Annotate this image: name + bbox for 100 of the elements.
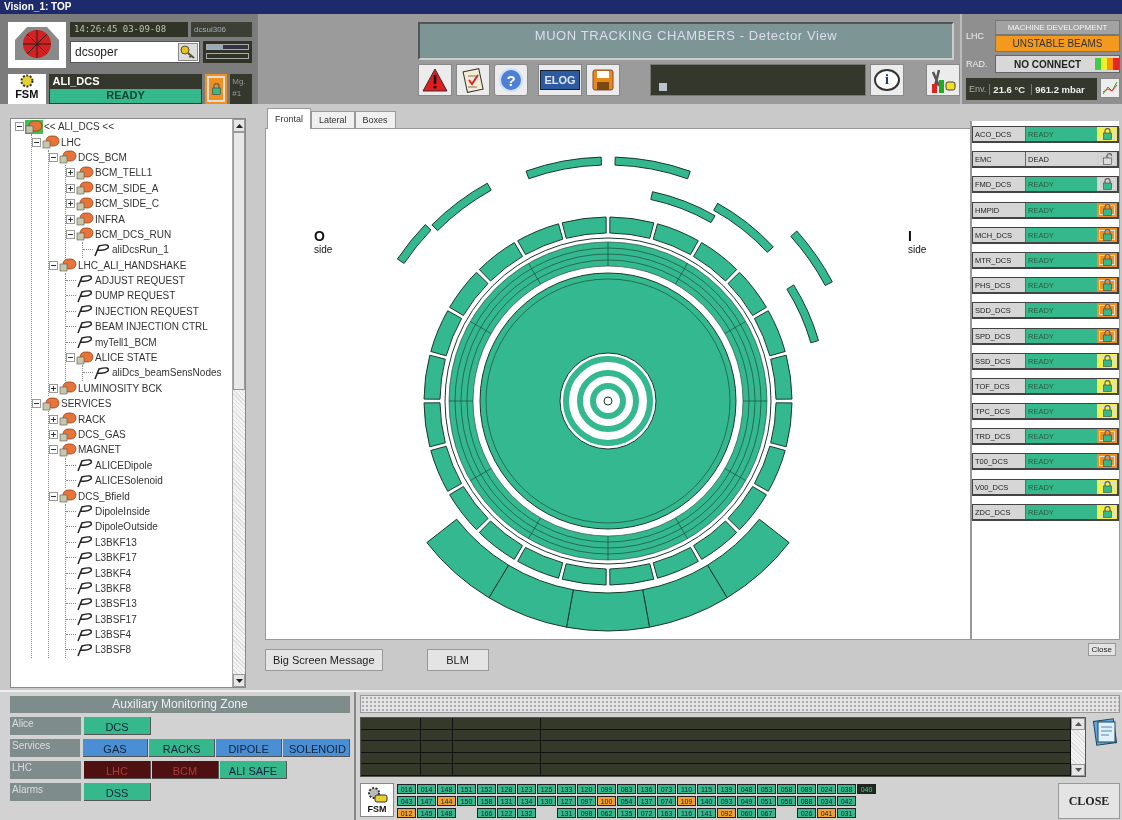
tree-item[interactable]: DCS_Bfield — [77, 490, 130, 502]
tree-item[interactable]: L3BSF17 — [94, 613, 137, 625]
fsm-button[interactable]: FSM — [360, 783, 394, 817]
tree-item[interactable]: DUMP REQUEST — [94, 290, 176, 302]
gears-icon — [18, 74, 35, 88]
tools-button[interactable] — [926, 64, 960, 96]
help-button[interactable]: ? — [494, 64, 528, 96]
close-button[interactable]: CLOSE — [1058, 783, 1120, 819]
tree-item[interactable]: myTell1_BCM — [94, 336, 157, 348]
tab[interactable]: Lateral — [311, 111, 355, 128]
monitor-button[interactable]: SOLENOID — [283, 739, 350, 757]
machine-mode: MACHINE DEVELOPMENT — [995, 20, 1120, 35]
tree-item[interactable]: SERVICES — [60, 398, 112, 410]
host-label: dcsui306 — [191, 22, 252, 37]
expander-icon[interactable] — [49, 152, 58, 162]
tree-item[interactable]: ALICEDipole — [94, 459, 153, 471]
tree-item[interactable]: BCM_DCS_RUN — [94, 228, 172, 240]
tree-item[interactable]: aliDcs_beamSensNodes — [111, 367, 222, 379]
notepad-icon[interactable] — [1092, 717, 1120, 747]
lock-button[interactable] — [1097, 429, 1117, 444]
tree-item[interactable]: L3BSF4 — [94, 629, 132, 641]
expander-icon[interactable] — [49, 430, 58, 439]
tree-item[interactable]: ADJUST REQUEST — [94, 275, 185, 287]
tree-item[interactable]: INFRA — [94, 213, 125, 225]
info-button[interactable]: i — [870, 64, 904, 96]
tree-item[interactable]: << ALI_DCS << — [43, 121, 115, 133]
blm-button[interactable]: BLM — [426, 649, 489, 671]
tree-item[interactable]: RACK — [77, 413, 106, 425]
tree-item[interactable]: L3BKF8 — [94, 582, 132, 594]
expander-icon[interactable] — [66, 214, 75, 224]
lock-button[interactable] — [1097, 252, 1117, 267]
monitor-button[interactable]: RACKS — [149, 739, 216, 757]
lock-button[interactable] — [1097, 454, 1117, 469]
tab[interactable]: Frontal — [267, 108, 311, 129]
expander-icon[interactable] — [49, 260, 58, 270]
expander-icon[interactable] — [32, 137, 41, 147]
expander-icon[interactable] — [49, 491, 58, 501]
scrollbar[interactable] — [1071, 718, 1085, 776]
elog-button[interactable]: ELOG — [538, 64, 582, 96]
monitor-button[interactable]: GAS — [82, 739, 149, 757]
expander-icon[interactable] — [66, 168, 75, 178]
expander-icon[interactable] — [49, 445, 58, 455]
tree-item[interactable]: LHC — [60, 136, 81, 148]
monitor-button[interactable]: ALI SAFE — [220, 761, 287, 779]
tree-item[interactable]: BEAM INJECTION CTRL — [94, 321, 208, 333]
expander-icon[interactable] — [49, 383, 58, 393]
fsm-button[interactable]: FSM — [8, 74, 46, 104]
close-button[interactable]: Close — [1087, 643, 1116, 656]
tree-item[interactable]: ALICESolenoid — [94, 475, 163, 487]
expander-icon[interactable] — [15, 122, 24, 132]
lock-button[interactable] — [1097, 328, 1117, 343]
tree-item[interactable]: INJECTION REQUEST — [94, 305, 199, 317]
big-screen-message-button[interactable]: Big Screen Message — [265, 649, 383, 671]
tree-item[interactable]: L3BKF13 — [94, 536, 137, 548]
monitor-button[interactable]: DIPOLE — [216, 739, 282, 757]
lock-button[interactable] — [1097, 177, 1117, 192]
scroll-down-icon — [1074, 768, 1082, 772]
window-title: Vision_1: TOP — [4, 1, 72, 12]
lock-button[interactable] — [1097, 202, 1117, 217]
login-button[interactable] — [178, 43, 198, 61]
save-button[interactable] — [586, 64, 620, 96]
tree-item[interactable]: DCS_GAS — [77, 429, 126, 440]
monitor-button[interactable]: DCS — [84, 717, 151, 735]
tree-item[interactable]: BCM_TELL1 — [94, 167, 153, 179]
lock-button[interactable] — [1097, 278, 1117, 293]
tree-item[interactable]: L3BKF4 — [94, 567, 132, 579]
expander-icon[interactable] — [32, 399, 41, 409]
tree-item[interactable]: BCM_SIDE_C — [94, 198, 159, 210]
tree-item[interactable]: LHC_ALI_HANDSHAKE — [77, 259, 187, 271]
tree-item[interactable]: aliDcsRun_1 — [111, 244, 169, 256]
tree-item[interactable]: L3BKF17 — [94, 552, 137, 564]
tree-item[interactable]: MAGNET — [77, 444, 121, 456]
user-field[interactable]: dcsoper — [70, 41, 200, 63]
tree-item[interactable]: L3BSF13 — [94, 598, 137, 610]
tree-item[interactable]: L3BSF8 — [94, 644, 132, 656]
alert-button[interactable] — [418, 64, 452, 96]
tree-item[interactable]: DipoleInside — [94, 505, 151, 517]
table-cell — [421, 729, 453, 742]
pressure-value: 961.2 mbar — [1031, 83, 1088, 95]
tree-item[interactable]: DipoleOutside — [94, 521, 158, 533]
tree-item[interactable]: LUMINOSITY BCK — [77, 382, 163, 394]
expander-icon[interactable] — [66, 199, 75, 209]
side-letter: O — [314, 228, 325, 244]
lock-button[interactable] — [1097, 152, 1117, 167]
tree-item[interactable]: ALICE STATE — [94, 352, 158, 364]
expander-icon[interactable] — [49, 414, 58, 424]
tab[interactable]: Boxes — [354, 111, 396, 128]
expander-icon[interactable] — [66, 183, 75, 193]
lock-button[interactable] — [1097, 227, 1117, 242]
checklist-button[interactable] — [456, 64, 490, 96]
tree-item[interactable]: DCS_BCM — [77, 151, 127, 163]
expander-icon[interactable] — [66, 353, 75, 363]
scroll-up-icon — [1074, 722, 1082, 726]
expander-icon[interactable] — [66, 229, 75, 239]
trend-button[interactable] — [1100, 78, 1120, 98]
monitor-button[interactable]: DSS — [84, 783, 151, 801]
lock-button[interactable] — [205, 74, 228, 104]
lock-button[interactable] — [1097, 303, 1117, 318]
scrollbar[interactable] — [232, 119, 245, 687]
tree-item[interactable]: BCM_SIDE_A — [94, 182, 159, 194]
